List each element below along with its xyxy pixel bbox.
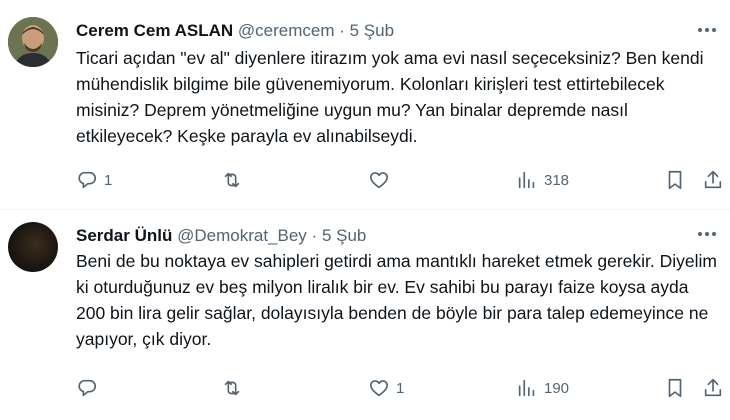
author-name[interactable]: Serdar Ünlü — [76, 226, 172, 245]
more-icon[interactable] — [694, 224, 720, 244]
retweet-button[interactable] — [221, 165, 249, 195]
like-button[interactable] — [368, 165, 396, 195]
share-button[interactable] — [702, 165, 724, 195]
like-button[interactable]: 1 — [368, 373, 404, 403]
reply-button[interactable] — [76, 373, 104, 403]
reply-button[interactable]: 1 — [76, 165, 112, 195]
avatar[interactable] — [8, 17, 58, 67]
share-icon — [704, 170, 722, 189]
views-button[interactable]: 190 — [516, 373, 569, 403]
tweet-text: Beni de bu noktaya ev sahipleri getirdi … — [76, 251, 717, 349]
heart-icon — [369, 172, 389, 189]
separator-dot: · — [311, 226, 318, 245]
tweet[interactable]: Serdar Ünlü @Demokrat_Bey · 5 Şub Beni d… — [0, 210, 730, 420]
heart-icon — [369, 380, 389, 397]
tweet-actions: 1 190 — [76, 373, 722, 403]
tweet-header: Serdar Ünlü @Demokrat_Bey · 5 Şub — [76, 225, 366, 247]
retweet-icon — [224, 172, 240, 188]
share-button[interactable] — [702, 373, 724, 403]
tweet[interactable]: Cerem Cem ASLAN @ceremcem · 5 Şub Ticari… — [0, 0, 730, 209]
avatar[interactable] — [8, 222, 58, 272]
author-handle[interactable]: @ceremcem — [238, 21, 335, 40]
like-count: 1 — [396, 379, 405, 397]
views-button[interactable]: 318 — [516, 165, 569, 195]
views-icon — [518, 379, 535, 397]
bookmark-button[interactable] — [664, 373, 686, 403]
tweet-date[interactable]: 5 Şub — [322, 226, 366, 245]
bookmark-icon — [668, 170, 682, 190]
separator-dot: · — [339, 21, 345, 40]
author-name[interactable]: Cerem Cem ASLAN — [76, 21, 233, 40]
views-icon — [518, 171, 535, 189]
views-count: 318 — [544, 171, 570, 189]
retweet-icon — [224, 380, 240, 396]
reply-count: 1 — [104, 171, 113, 189]
retweet-button[interactable] — [221, 373, 249, 403]
reply-icon — [78, 171, 96, 189]
share-icon — [704, 378, 722, 397]
bookmark-icon — [668, 378, 682, 398]
tweet-date[interactable]: 5 Şub — [350, 21, 394, 40]
views-count: 190 — [544, 379, 570, 397]
bookmark-button[interactable] — [664, 165, 686, 195]
reply-icon — [78, 379, 96, 397]
tweet-actions: 1 318 — [76, 165, 722, 195]
tweet-header: Cerem Cem ASLAN @ceremcem · 5 Şub — [76, 20, 394, 42]
tweet-text: Ticari açıdan "ev al" diyenlere itirazım… — [76, 48, 704, 146]
author-handle[interactable]: @Demokrat_Bey — [177, 226, 307, 245]
more-icon[interactable] — [694, 20, 720, 40]
avatar-image — [8, 17, 58, 67]
